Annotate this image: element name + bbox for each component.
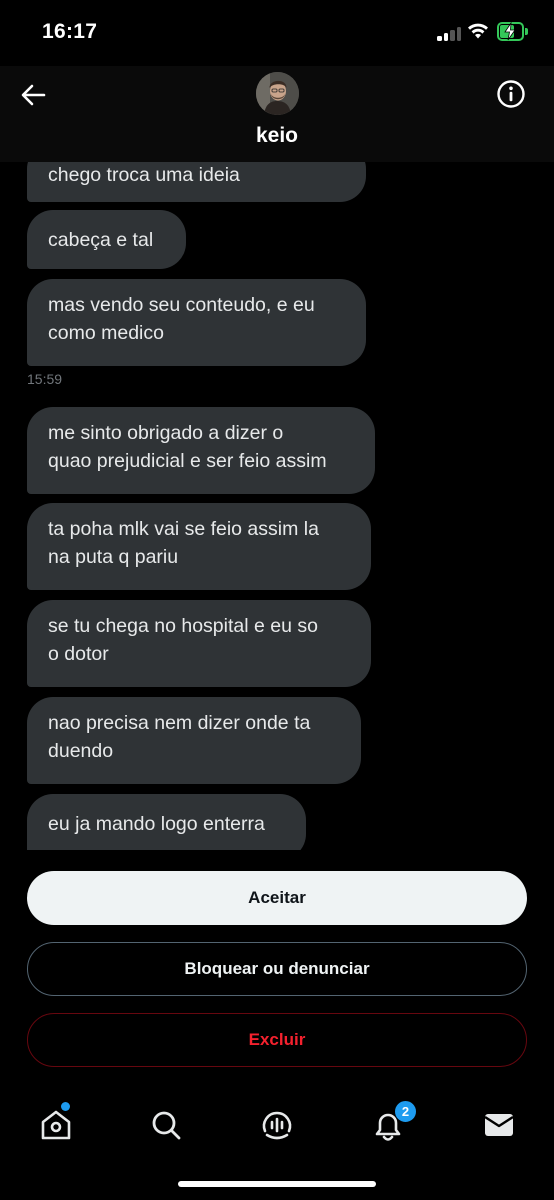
delete-button[interactable]: Excluir bbox=[27, 1013, 527, 1067]
notifications-badge: 2 bbox=[394, 1100, 417, 1123]
message-bubble: me sinto obrigado a dizer o quao prejudi… bbox=[27, 407, 375, 494]
back-arrow-icon[interactable] bbox=[18, 80, 48, 110]
message-bubble: se tu chega no hospital e eu so o dotor bbox=[27, 600, 371, 687]
message-bubble: nao precisa nem dizer onde ta duendo bbox=[27, 697, 361, 784]
info-icon[interactable] bbox=[496, 79, 526, 109]
spaces-icon[interactable] bbox=[257, 1105, 297, 1145]
message-bubble: mas vendo seu conteudo, e eu como medico bbox=[27, 279, 366, 366]
home-unread-dot bbox=[61, 1102, 70, 1111]
message-bubble: cabeça e tal bbox=[27, 210, 186, 269]
avatar[interactable] bbox=[256, 72, 299, 115]
search-icon[interactable] bbox=[146, 1105, 186, 1145]
message-bubble: eu ja mando logo enterra bbox=[27, 794, 306, 850]
accept-button[interactable]: Aceitar bbox=[27, 871, 527, 925]
home-icon[interactable] bbox=[36, 1105, 76, 1145]
message-timestamp: 15:59 bbox=[27, 371, 63, 387]
message-bubble: ta poha mlk vai se feio assim la na puta… bbox=[27, 503, 371, 590]
messages-icon[interactable] bbox=[479, 1105, 519, 1145]
block-or-report-button[interactable]: Bloquear ou denunciar bbox=[27, 942, 527, 996]
conversation-header: keio bbox=[0, 66, 554, 162]
conversation-username: keio bbox=[255, 124, 299, 147]
home-indicator[interactable] bbox=[178, 1181, 376, 1187]
